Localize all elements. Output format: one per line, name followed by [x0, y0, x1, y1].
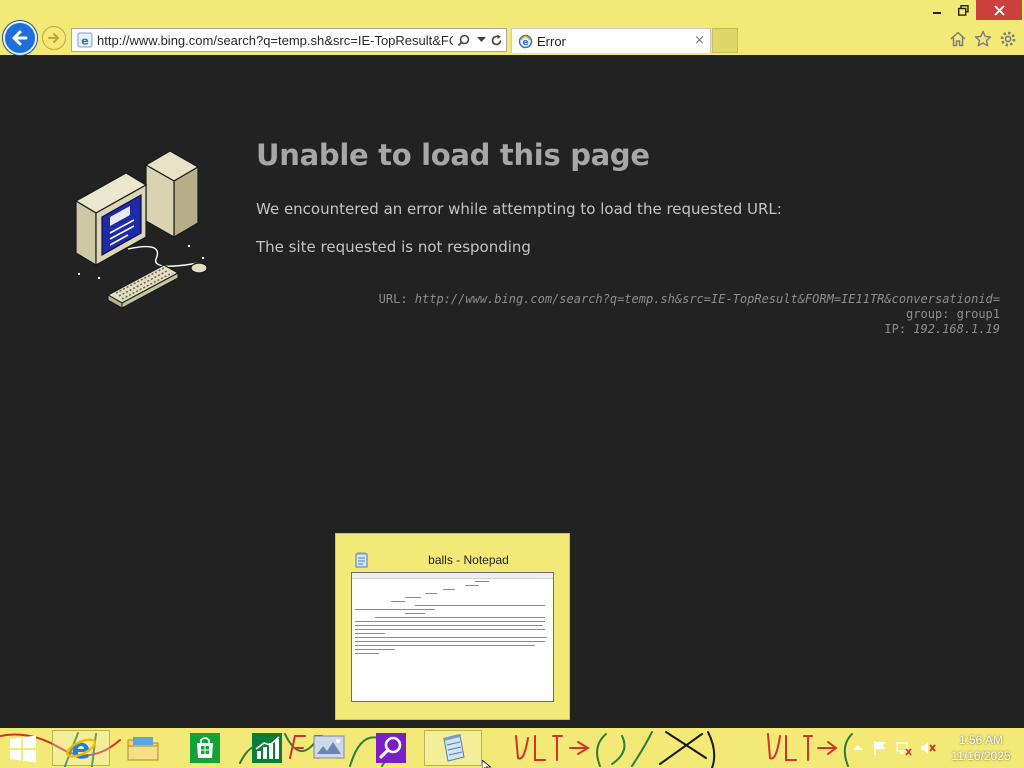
restore-icon	[957, 4, 969, 16]
tab-error[interactable]: e Error ×	[511, 28, 711, 53]
detail-url-value: http://www.bing.com/search?q=temp.sh&src…	[414, 292, 1000, 306]
taskbar-store[interactable]	[176, 730, 234, 766]
clock-date: 11/16/2025	[951, 749, 1011, 763]
detail-group-label: group:	[906, 307, 950, 321]
volume-muted-icon[interactable]	[920, 740, 936, 756]
settings-gear-icon[interactable]	[998, 29, 1018, 49]
folder-icon	[127, 737, 159, 761]
forward-button[interactable]	[42, 26, 66, 50]
tab-close-button[interactable]: ×	[694, 33, 705, 49]
show-hidden-icons-arrow[interactable]	[850, 740, 866, 756]
notepad-thumbnail-title: balls - Notepad	[428, 553, 509, 567]
tab-title: Error	[537, 34, 566, 49]
detail-ip-value: 192.168.1.19	[913, 322, 1000, 336]
notepad-app-icon	[443, 734, 465, 762]
back-arrow-icon	[12, 30, 28, 46]
clock[interactable]: 1:56 AM 11/16/2025	[945, 732, 1017, 764]
svg-text:e: e	[81, 35, 88, 48]
detail-url-label: URL:	[378, 292, 408, 306]
close-icon	[993, 4, 1005, 16]
internet-explorer-icon: e	[65, 732, 97, 764]
finance-chart-icon	[252, 733, 282, 763]
refresh-icon[interactable]	[488, 32, 504, 48]
ie-page-icon: e	[77, 32, 93, 48]
system-tray	[850, 728, 960, 768]
svg-text:e: e	[522, 38, 528, 48]
back-button[interactable]	[3, 21, 37, 55]
notepad-content-preview	[351, 572, 554, 702]
address-url[interactable]: http://www.bing.com/search?q=temp.sh&src…	[97, 32, 453, 50]
action-center-flag-icon[interactable]	[872, 740, 888, 756]
taskbar-file-explorer[interactable]	[114, 730, 172, 766]
ie-tab-icon: e	[518, 34, 533, 49]
dropdown-arrow-icon[interactable]	[473, 32, 489, 48]
close-window-button[interactable]	[976, 0, 1022, 20]
favorites-star-icon[interactable]	[973, 29, 993, 49]
restore-button[interactable]	[950, 0, 976, 20]
error-message: We encountered an error while attempting…	[256, 200, 782, 218]
clock-time: 1:56 AM	[958, 733, 1004, 747]
taskbar-notepad[interactable]	[424, 730, 482, 766]
taskbar-search[interactable]	[362, 730, 420, 766]
start-button[interactable]	[8, 735, 38, 763]
notepad-thumbnail-preview[interactable]: balls - Notepad	[335, 533, 570, 720]
taskbar-internet-explorer[interactable]: e	[52, 730, 110, 766]
error-details: URL: http://www.bing.com/search?q=temp.s…	[280, 292, 1000, 337]
taskbar: e 1:56 AM 11/16/2025	[0, 728, 1024, 768]
detail-group-line: group: group1	[280, 307, 1000, 322]
taskbar-photos[interactable]	[300, 730, 358, 766]
search-app-icon	[376, 733, 406, 763]
notepad-text-lines	[352, 579, 553, 659]
detail-url-line: URL: http://www.bing.com/search?q=temp.s…	[280, 292, 1000, 307]
error-title: Unable to load this page	[256, 138, 650, 172]
photos-icon	[313, 735, 345, 759]
store-icon	[190, 733, 220, 763]
home-icon[interactable]	[948, 29, 968, 49]
svg-text:e: e	[72, 732, 91, 764]
minimize-icon	[933, 12, 941, 14]
detail-ip-line: IP: 192.168.1.19	[280, 322, 1000, 337]
network-icon[interactable]	[896, 740, 912, 756]
windows-logo-icon	[10, 735, 36, 763]
new-tab-button[interactable]	[712, 28, 738, 53]
browser-titlebar: e http://www.bing.com/search?q=temp.sh&s…	[0, 0, 1024, 55]
address-bar[interactable]: e http://www.bing.com/search?q=temp.sh&s…	[71, 28, 507, 52]
search-icon[interactable]	[455, 32, 471, 48]
error-reason: The site requested is not responding	[256, 238, 531, 256]
mouse-cursor-icon	[482, 760, 492, 768]
minimize-button[interactable]	[924, 0, 950, 20]
detail-group-value: group1	[956, 307, 1000, 321]
notepad-icon	[355, 552, 368, 568]
detail-ip-label: IP:	[884, 322, 907, 336]
forward-arrow-icon	[48, 33, 59, 43]
taskbar-finance[interactable]	[238, 730, 296, 766]
computer-illustration	[74, 150, 208, 309]
